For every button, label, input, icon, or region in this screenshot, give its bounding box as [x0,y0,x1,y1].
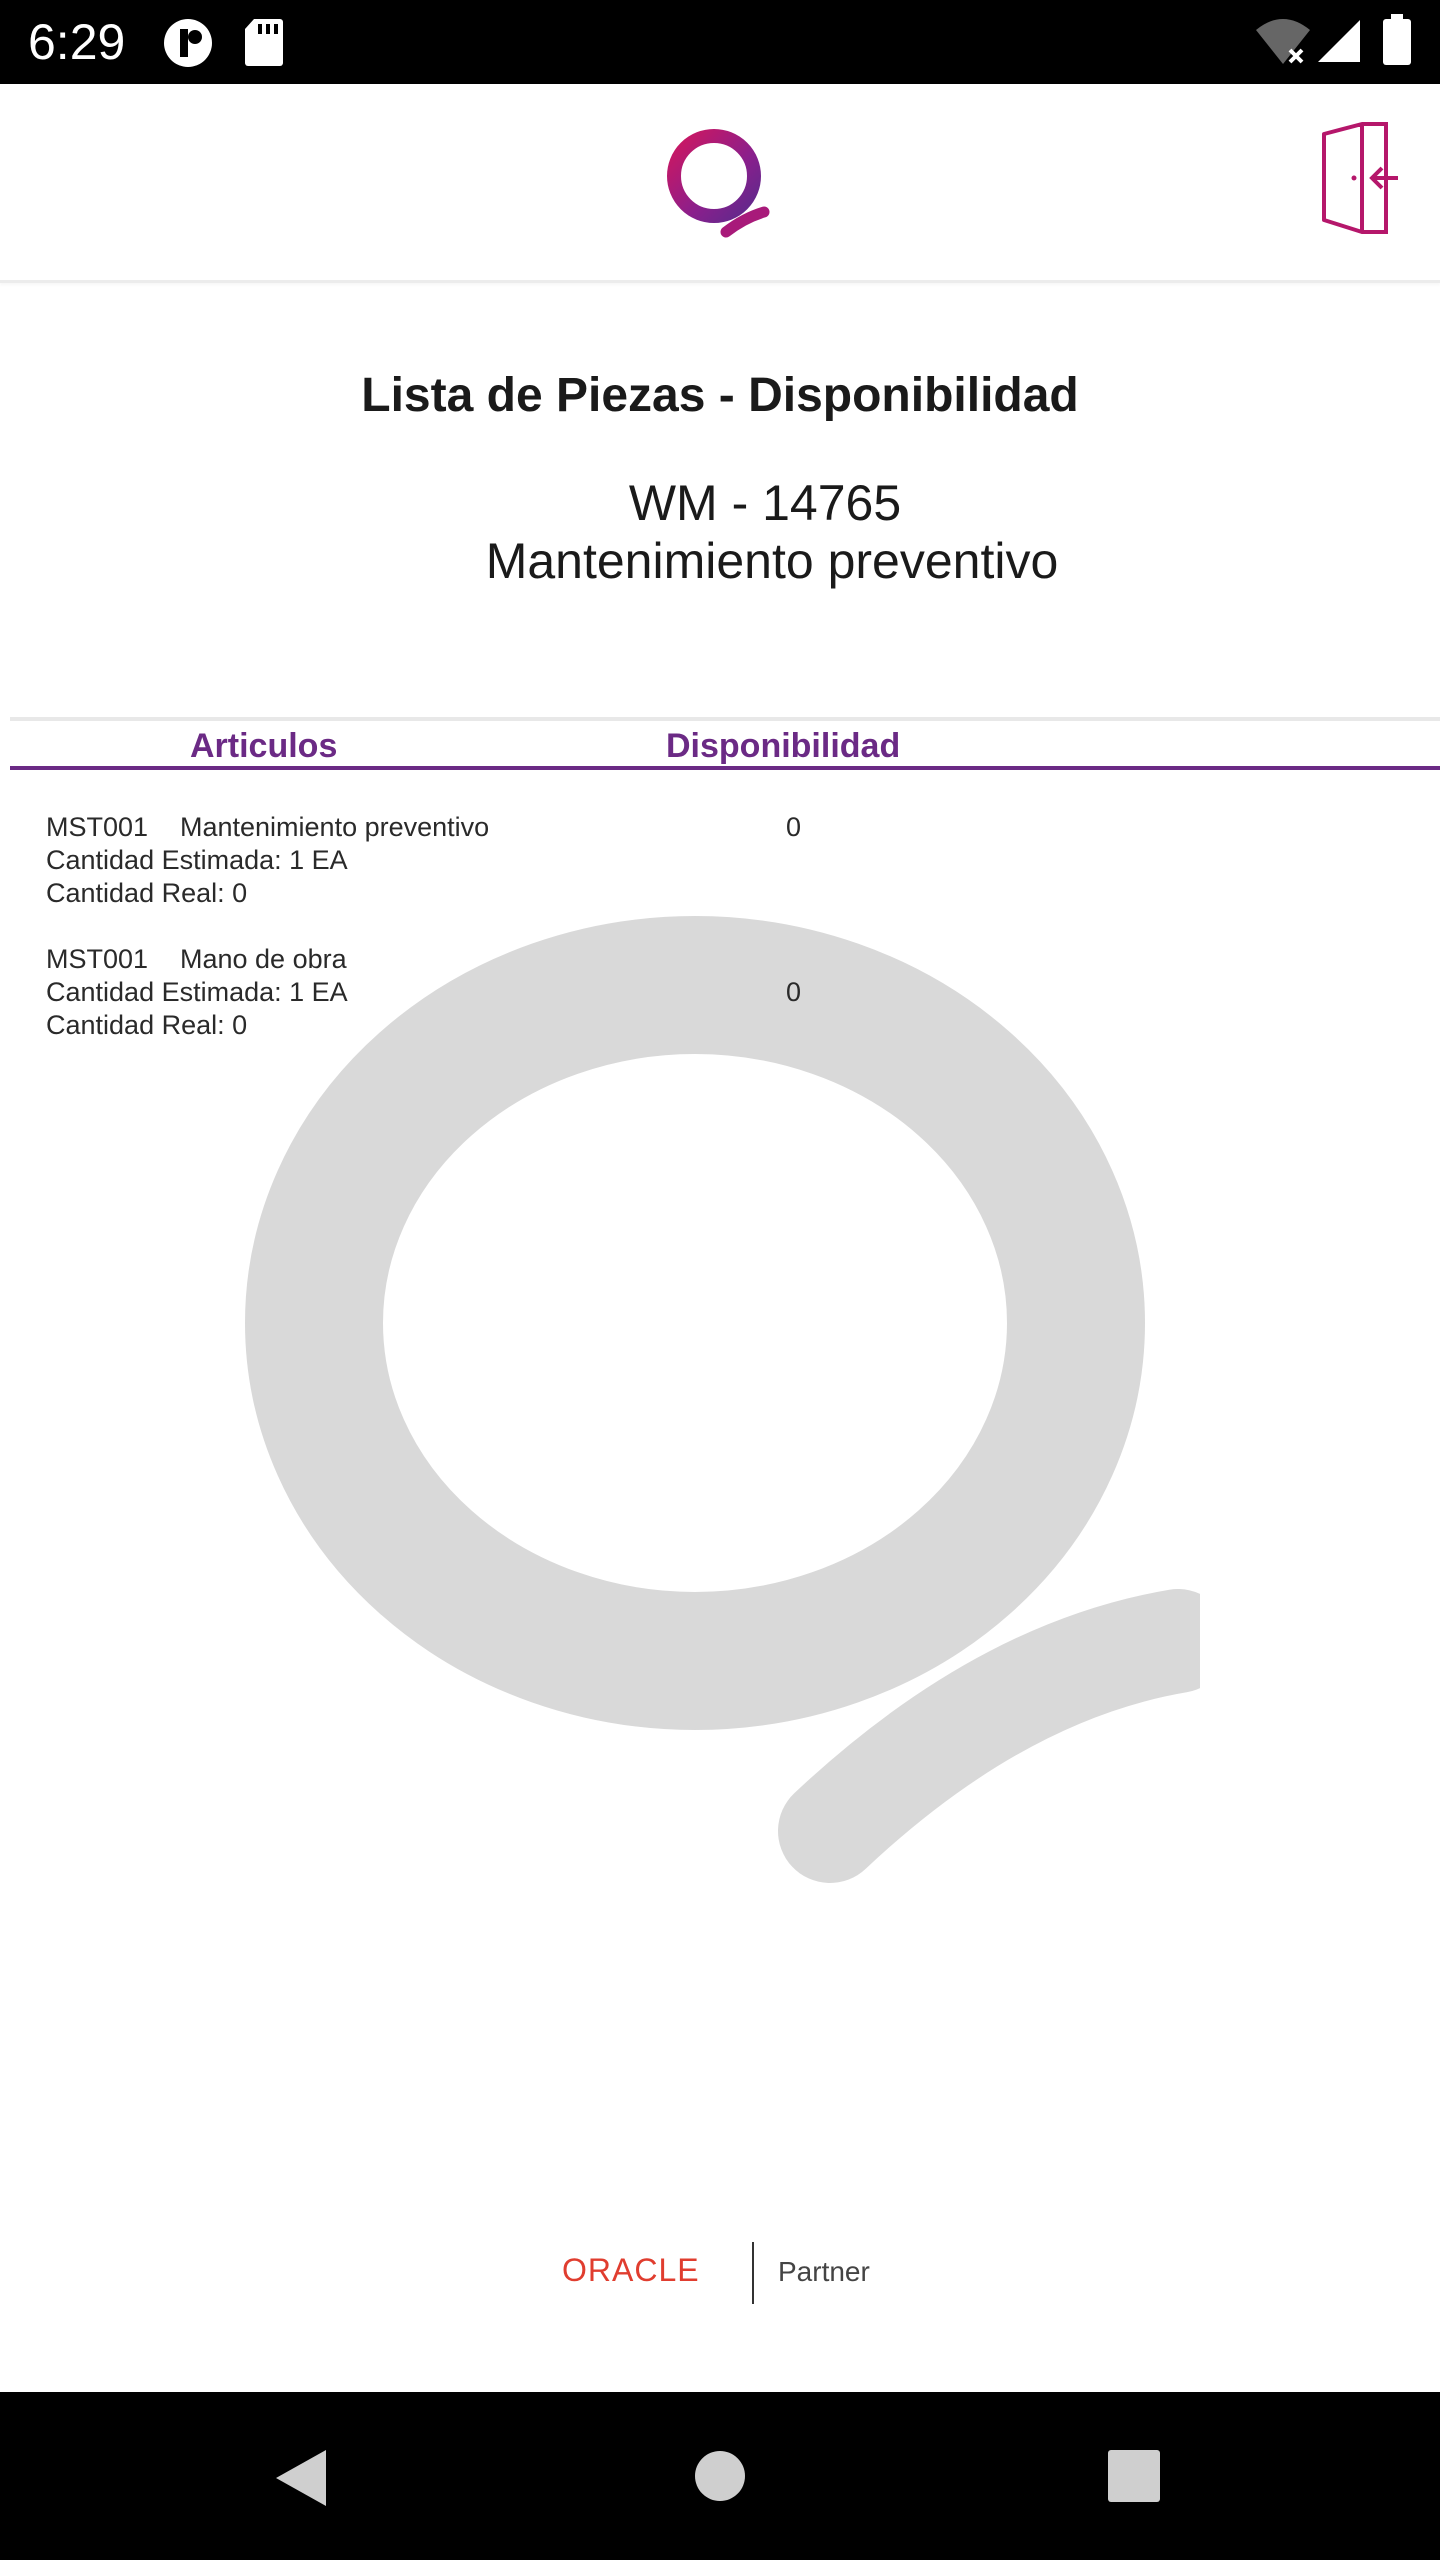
sd-card-icon [245,19,283,66]
list-item[interactable]: MST001 Mantenimiento preventivo Cantidad … [46,811,1396,911]
brand-logo-icon [667,129,770,238]
logout-button[interactable] [1318,120,1398,236]
partner-label: Partner [778,2256,870,2287]
battery-icon [1383,14,1411,65]
notification-app-icon [164,19,212,67]
oracle-wordmark: ORACLE [562,2252,700,2288]
item-estimated-quantity: Cantidad Estimada: 1 EA [46,845,348,875]
work-order-description: Mantenimiento preventivo [485,533,1059,589]
table-header-divider [10,766,1440,770]
list-item[interactable]: MST001 Mano de obra Cantidad Estimada: 1 … [46,943,1396,1043]
item-availability: 0 [786,812,802,842]
item-title-line: MST001 Mano de obra [46,943,1396,976]
column-header-disponibilidad: Disponibilidad [666,727,901,765]
home-icon[interactable] [694,2450,746,2502]
item-code: MST001 [46,812,149,842]
item-code: MST001 [46,944,149,974]
wifi-off-icon [1256,19,1310,64]
item-real-quantity: Cantidad Real: 0 [46,1010,248,1040]
column-header-articulos: Articulos [190,727,338,765]
recents-icon[interactable] [1108,2450,1160,2502]
app-header [0,84,1440,283]
signal-icon [1318,20,1360,62]
item-description: Mano de obra [180,944,347,974]
item-availability: 0 [786,977,802,1007]
page-title: Lista de Piezas - Disponibilidad [361,369,1079,422]
work-order-number: WM - 14765 [628,475,902,531]
logo-divider [752,2242,754,2304]
status-time: 6:29 [28,14,126,70]
item-real-quantity: Cantidad Real: 0 [46,878,248,908]
oracle-partner-logo: ORACLE Partner [562,2238,882,2308]
table-top-divider [10,717,1440,721]
item-estimated-quantity: Cantidad Estimada: 1 EA [46,977,348,1007]
app-screen: 6:29 Lista de Piezas - Disponibilidad WM… [0,0,1440,2560]
back-icon[interactable] [270,2446,330,2510]
brand-watermark-icon [245,916,1200,1883]
status-bar: 6:29 [0,0,1440,84]
item-title-line: MST001 Mantenimiento preventivo [46,811,1396,844]
system-nav-bar [0,2392,1440,2560]
item-description: Mantenimiento preventivo [180,812,490,842]
